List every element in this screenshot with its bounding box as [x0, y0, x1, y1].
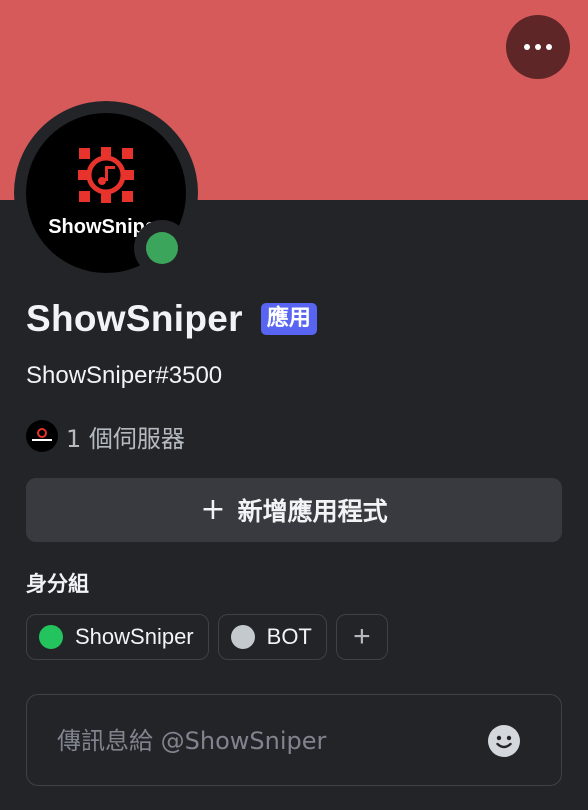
- server-count: 1 個伺服器: [66, 424, 185, 453]
- add-app-label: 新增應用程式: [237, 497, 388, 526]
- more-horizontal-icon: [524, 44, 530, 50]
- roles-heading: 身分組: [26, 572, 89, 596]
- smiley-icon[interactable]: [487, 724, 521, 758]
- message-box: [26, 694, 562, 786]
- user-profile-popout: ShowSniper ShowSniper 應用 ShowSniper#3500…: [0, 0, 588, 810]
- add-role-button[interactable]: +: [335, 614, 388, 660]
- add-app-button[interactable]: + 新增應用程式: [26, 478, 562, 542]
- app-badge: 應用: [260, 303, 317, 335]
- plus-icon: +: [353, 620, 371, 653]
- role-label: ShowSniper: [75, 624, 194, 649]
- message-input[interactable]: [57, 725, 477, 757]
- role-color-dot: [230, 625, 255, 649]
- server-icon: [26, 420, 58, 452]
- name-row: ShowSniper 應用: [26, 296, 317, 342]
- plus-icon: +: [200, 492, 226, 527]
- avatar-frame: ShowSniper: [14, 101, 198, 285]
- more-options-button[interactable]: [506, 15, 570, 79]
- status-indicator: [134, 220, 190, 276]
- roles-list: ShowSniper BOT +: [26, 614, 388, 660]
- online-status-dot: [146, 232, 178, 264]
- server-logo-icon: [32, 428, 52, 441]
- role-color-dot: [39, 625, 63, 649]
- role-chip-bot[interactable]: BOT: [217, 614, 327, 660]
- more-dot: [546, 44, 552, 50]
- role-label: BOT: [266, 624, 312, 649]
- username[interactable]: ShowSniper#3500: [26, 362, 222, 390]
- more-dot: [535, 44, 541, 50]
- display-name: ShowSniper: [26, 298, 243, 339]
- role-chip-showsniper[interactable]: ShowSniper: [26, 614, 209, 660]
- mutual-servers-row[interactable]: 1 個伺服器: [26, 420, 185, 453]
